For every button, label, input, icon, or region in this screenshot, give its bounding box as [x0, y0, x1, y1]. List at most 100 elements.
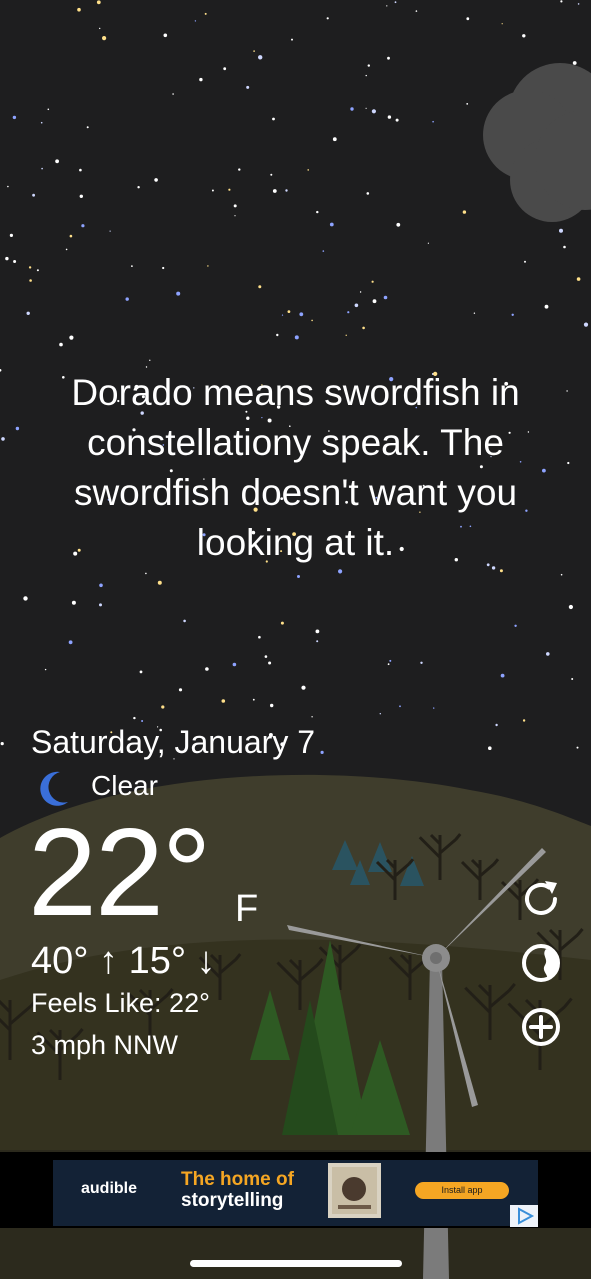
star [9, 233, 13, 237]
star [280, 621, 284, 625]
star [252, 698, 255, 701]
star [316, 210, 319, 214]
ad-choices-icon[interactable] [510, 1205, 538, 1227]
star [495, 723, 498, 727]
star [316, 640, 319, 643]
star [567, 461, 570, 465]
star [131, 265, 133, 267]
star [576, 277, 581, 281]
star [387, 663, 390, 666]
star [387, 115, 392, 119]
star [86, 126, 89, 129]
add-location-button[interactable] [519, 1005, 563, 1049]
star [109, 230, 111, 232]
star [96, 0, 101, 5]
star [270, 703, 274, 708]
star [26, 311, 30, 315]
star [389, 659, 392, 662]
star [514, 624, 517, 627]
star [566, 390, 568, 392]
star [511, 313, 514, 316]
star [577, 3, 580, 5]
star [501, 23, 503, 25]
star [396, 222, 401, 227]
star [379, 713, 381, 715]
star [55, 159, 59, 164]
star [137, 186, 140, 189]
star [488, 746, 492, 750]
star [276, 333, 279, 337]
star [301, 685, 306, 690]
star [522, 34, 526, 38]
temperature-unit: F [235, 888, 259, 930]
date-label: Saturday, January 7 [31, 724, 316, 760]
star [322, 250, 325, 252]
star [568, 604, 574, 610]
plus-circle-icon [522, 1008, 560, 1046]
star [79, 194, 84, 198]
star [466, 103, 469, 105]
star [23, 596, 28, 601]
star [473, 312, 476, 314]
ad-headline-line2: storytelling [181, 1190, 284, 1211]
star [427, 242, 429, 244]
refresh-icon [525, 881, 557, 915]
star [40, 121, 43, 124]
star [299, 312, 304, 317]
high-low-temperature: 40° ↑ 15° ↓ [31, 940, 216, 982]
star [228, 188, 231, 191]
star [233, 204, 237, 208]
star [65, 248, 68, 251]
star [59, 342, 63, 347]
star [371, 109, 376, 114]
star [281, 314, 284, 316]
star [154, 178, 158, 182]
star [320, 750, 324, 755]
refresh-button[interactable] [519, 877, 563, 921]
home-indicator[interactable] [190, 1260, 402, 1267]
star [157, 580, 162, 585]
star [326, 17, 329, 20]
star [433, 707, 435, 709]
star [133, 716, 136, 720]
install-app-button[interactable]: Install app [415, 1182, 509, 1199]
night-scene-background [0, 0, 591, 1279]
star [386, 5, 388, 7]
star [12, 115, 17, 120]
star [387, 56, 390, 60]
star [420, 661, 423, 664]
star [394, 1, 397, 4]
ad-headline-line1: The home of [181, 1169, 294, 1190]
star [366, 192, 370, 195]
star [332, 137, 337, 142]
star [399, 705, 401, 708]
feels-like-label: Feels Like: 22° [31, 988, 210, 1018]
star [307, 169, 310, 171]
star [162, 266, 165, 270]
star [347, 311, 350, 314]
star [77, 7, 81, 12]
star [560, 0, 563, 3]
star [583, 322, 589, 327]
star [432, 120, 434, 123]
star [36, 269, 39, 272]
star [253, 50, 255, 52]
star [258, 285, 262, 289]
star [287, 310, 291, 313]
star [246, 85, 250, 89]
star [294, 335, 299, 340]
star [205, 667, 209, 671]
star [560, 573, 563, 576]
star [544, 304, 549, 309]
star [297, 575, 300, 578]
star [99, 27, 101, 30]
star [194, 20, 197, 22]
location-button[interactable] [519, 941, 563, 985]
star [79, 168, 82, 172]
star [1, 437, 5, 441]
moon-icon [40, 771, 68, 806]
audible-ad-banner[interactable]: audible The home of storytelling Install… [53, 1160, 538, 1226]
current-temperature: 22° [28, 804, 212, 942]
star [145, 572, 147, 575]
globe-icon [522, 944, 560, 982]
